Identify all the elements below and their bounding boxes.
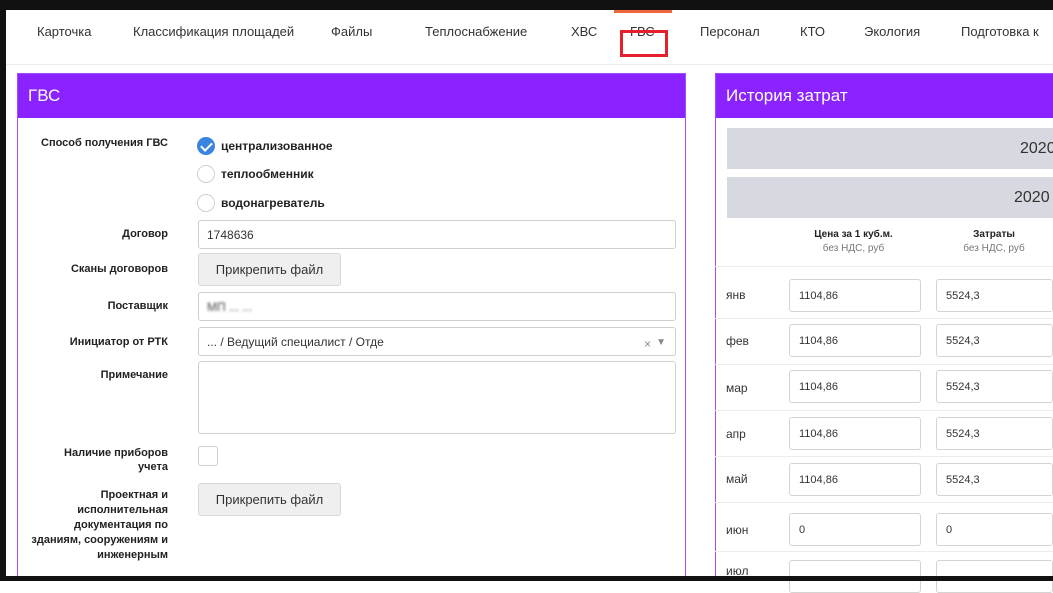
row-divider <box>715 266 1053 267</box>
option-water-heater-label: водонагреватель <box>221 196 325 210</box>
tab-preparation[interactable]: Подготовка к <box>961 24 1039 39</box>
attach-scans-button[interactable]: Прикрепить файл <box>198 253 341 286</box>
docs-label-line-1: Проектная и <box>100 489 168 501</box>
cost-input-may[interactable]: 5524,3 <box>936 463 1053 496</box>
contract-label: Договор <box>122 228 168 240</box>
tab-ecology[interactable]: Экология <box>864 24 920 39</box>
cost-history-title: История затрат <box>716 74 1053 118</box>
month-may: май <box>726 472 748 486</box>
cost-input-apr[interactable]: 5524,3 <box>936 417 1053 450</box>
month-jan: янв <box>726 288 746 302</box>
price-column-title: Цена за 1 куб.м. <box>814 229 893 240</box>
docs-label-line-3: документация по <box>74 519 168 531</box>
year-1-label: 2020 <box>1020 140 1053 157</box>
year-2-label: 2020 <box>1014 189 1050 206</box>
screen-frame-left <box>0 0 6 581</box>
year-row-2[interactable]: 2020 <box>727 177 1053 218</box>
cost-mar: 5524,3 <box>946 380 980 393</box>
supplier-input[interactable]: МП ... ... <box>198 292 676 321</box>
cost-input-mar[interactable]: 5524,3 <box>936 370 1053 403</box>
cost-column-title: Затраты <box>973 229 1015 240</box>
cost-jun: 0 <box>946 523 953 536</box>
initiator-value: ... / Ведущий специалист / Отде <box>207 334 384 349</box>
month-jun: июн <box>726 523 749 537</box>
tab-personnel[interactable]: Персонал <box>700 24 760 39</box>
year-row-1[interactable]: 2020 <box>727 128 1053 169</box>
tab-area-classification[interactable]: Классификация площадей <box>133 24 294 39</box>
tab-files[interactable]: Файлы <box>331 24 372 39</box>
price-input-mar[interactable]: 1104,86 <box>789 370 921 403</box>
month-mar: мар <box>726 381 748 395</box>
attach-docs-button[interactable]: Прикрепить файл <box>198 483 341 516</box>
option-centralized[interactable]: централизованное <box>197 136 333 156</box>
cost-input-feb[interactable]: 5524,3 <box>936 324 1053 357</box>
initiator-label: Инициатор от РТК <box>69 336 168 348</box>
price-apr: 1104,86 <box>799 427 838 440</box>
docs-label-line-4: зданиям, сооружениям и <box>31 534 168 546</box>
supplier-value: МП ... ... <box>207 299 253 314</box>
month-feb: фев <box>726 334 749 348</box>
row-divider <box>715 551 1053 552</box>
screen-frame-bottom <box>0 576 1053 581</box>
contract-value: 1748636 <box>207 227 254 242</box>
row-divider <box>715 318 1053 319</box>
tab-cold-water[interactable]: ХВС <box>571 24 597 39</box>
row-divider <box>715 410 1053 411</box>
note-label: Примечание <box>100 369 168 381</box>
cost-jan: 5524,3 <box>946 289 980 302</box>
docs-label: Проектная и исполнительная документация … <box>20 488 168 563</box>
row-divider <box>715 456 1053 457</box>
price-input-jan[interactable]: 1104,86 <box>789 279 921 312</box>
chevron-down-icon[interactable]: ▼ <box>656 337 666 348</box>
tab-kto[interactable]: КТО <box>800 24 825 39</box>
cost-input-jan[interactable]: 5524,3 <box>936 279 1053 312</box>
option-water-heater[interactable]: водонагреватель <box>197 193 325 213</box>
meters-label-line-1: Наличие приборов <box>64 447 168 459</box>
option-heat-exchanger[interactable]: теплообменник <box>197 164 314 184</box>
price-jun: 0 <box>799 523 806 536</box>
price-mar: 1104,86 <box>799 380 838 393</box>
radio-checked-icon[interactable] <box>197 137 215 155</box>
price-jan: 1104,86 <box>799 289 838 302</box>
option-centralized-label: централизованное <box>221 139 333 153</box>
clear-icon[interactable]: × <box>644 337 651 351</box>
cost-apr: 5524,3 <box>946 427 980 440</box>
active-tab-indicator <box>614 10 672 13</box>
meters-checkbox[interactable] <box>198 446 218 466</box>
price-input-jun[interactable]: 0 <box>789 513 921 546</box>
month-apr: апр <box>726 427 746 441</box>
cost-feb: 5524,3 <box>946 334 980 347</box>
active-tab-highlight-box <box>620 30 668 57</box>
initiator-select[interactable]: ... / Ведущий специалист / Отде × ▼ <box>198 327 676 356</box>
note-textarea[interactable] <box>198 361 676 434</box>
option-heat-exchanger-label: теплообменник <box>221 167 314 181</box>
contract-input[interactable]: 1748636 <box>198 220 676 249</box>
radio-icon[interactable] <box>197 194 215 212</box>
meters-label: Наличие приборов учета <box>20 446 168 474</box>
tab-heat-supply[interactable]: Теплоснабжение <box>425 24 527 39</box>
docs-label-line-5: инженерным <box>97 549 168 561</box>
price-input-may[interactable]: 1104,86 <box>789 463 921 496</box>
scans-label: Сканы договоров <box>70 263 168 275</box>
method-label: Способ получения ГВС <box>41 137 168 149</box>
docs-label-line-2: исполнительная <box>77 504 168 516</box>
price-input-feb[interactable]: 1104,86 <box>789 324 921 357</box>
price-column-subtitle: без НДС, руб <box>822 243 885 254</box>
price-column-header: Цена за 1 куб.м. без НДС, руб <box>781 228 926 256</box>
cost-column-header: Затраты без НДС, руб <box>935 228 1053 256</box>
cost-input-jun[interactable]: 0 <box>936 513 1053 546</box>
gvs-panel-title: ГВС <box>18 74 685 118</box>
supplier-label: Поставщик <box>107 300 168 312</box>
radio-icon[interactable] <box>197 165 215 183</box>
price-may: 1104,86 <box>799 473 838 486</box>
screen-frame-top <box>0 0 1053 10</box>
price-feb: 1104,86 <box>799 334 838 347</box>
tab-card[interactable]: Карточка <box>37 24 91 39</box>
price-input-apr[interactable]: 1104,86 <box>789 417 921 450</box>
row-divider <box>715 502 1053 503</box>
row-divider <box>715 364 1053 365</box>
meters-label-line-2: учета <box>138 461 168 473</box>
cost-may: 5524,3 <box>946 473 980 486</box>
cost-column-subtitle: без НДС, руб <box>963 243 1025 254</box>
